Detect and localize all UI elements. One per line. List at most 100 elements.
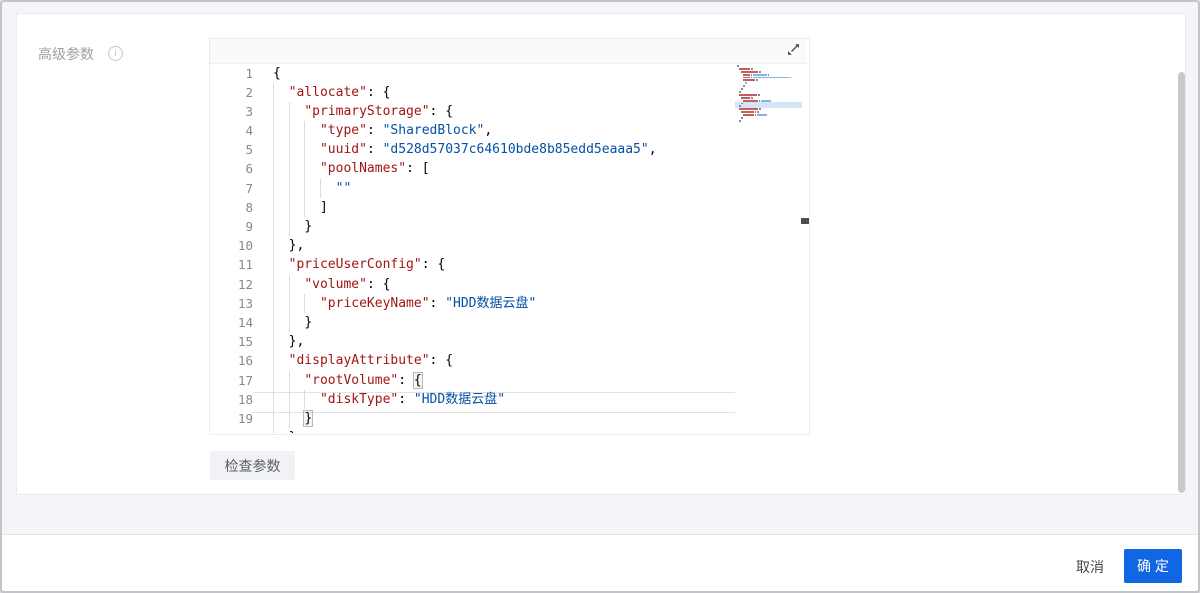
dialog-scrollbar-thumb[interactable] <box>1178 72 1185 493</box>
indent-guide <box>289 294 290 313</box>
indent-guide <box>273 371 274 390</box>
code-line: } <box>273 217 735 236</box>
code-line: "allocate": { <box>273 83 735 102</box>
code-area[interactable]: { "allocate": { "primaryStorage": { "typ… <box>273 64 735 433</box>
line-number: 17 <box>210 371 253 390</box>
code-line: "primaryStorage": { <box>273 102 735 121</box>
line-number: 14 <box>210 313 253 332</box>
code-line: { <box>273 64 735 83</box>
minimap-line <box>735 79 802 81</box>
minimap-line <box>735 88 802 90</box>
minimap-line <box>735 120 802 122</box>
code-line: "priceUserConfig": { <box>273 255 735 274</box>
indent-guide <box>289 140 290 159</box>
indent-guide <box>304 390 305 409</box>
line-number: 8 <box>210 198 253 217</box>
indent-guide <box>273 428 274 432</box>
minimap-line <box>735 82 802 84</box>
indent-guide <box>273 409 274 428</box>
indent-guide <box>289 275 290 294</box>
indent-guide <box>304 294 305 313</box>
code-line: }, <box>273 236 735 255</box>
indent-guide <box>273 255 274 274</box>
indent-guide <box>273 313 274 332</box>
line-number: 7 <box>210 179 253 198</box>
line-number: 10 <box>210 236 253 255</box>
code-line: "displayAttribute": { <box>273 351 735 370</box>
indent-guide <box>289 102 290 121</box>
indent-guide <box>273 159 274 178</box>
line-number: 19 <box>210 409 253 428</box>
code-line: "volume": { <box>273 275 735 294</box>
code-line: "diskType": "HDD数据云盘" <box>273 390 735 409</box>
indent-guide <box>289 409 290 428</box>
line-number: 18 <box>210 390 253 409</box>
indent-guide <box>273 390 274 409</box>
code-line: } <box>273 409 735 428</box>
indent-guide <box>273 140 274 159</box>
line-number: 4 <box>210 121 253 140</box>
dialog-footer <box>2 534 1198 592</box>
indent-guide <box>273 275 274 294</box>
line-number-gutter: 1234567891011121314151617181920 <box>210 64 253 433</box>
line-number: 20 <box>210 428 253 432</box>
indent-guide <box>273 102 274 121</box>
line-number: 11 <box>210 255 253 274</box>
advanced-params-label: 高级参数 <box>38 44 94 64</box>
indent-guide <box>273 83 274 102</box>
indent-guide <box>289 198 290 217</box>
line-number: 12 <box>210 275 253 294</box>
indent-guide <box>289 313 290 332</box>
indent-guide <box>289 121 290 140</box>
minimap-line <box>735 77 802 79</box>
line-number: 6 <box>210 159 253 178</box>
line-number: 13 <box>210 294 253 313</box>
indent-guide <box>304 140 305 159</box>
code-line: "" <box>273 179 735 198</box>
overview-ruler-cursor-mark <box>801 218 809 224</box>
indent-guide <box>289 217 290 236</box>
minimap-line <box>735 65 802 67</box>
minimap-line <box>735 103 802 105</box>
minimap-line <box>735 117 802 119</box>
confirm-button[interactable]: 确 定 <box>1124 549 1182 583</box>
indent-guide <box>304 179 305 198</box>
line-number: 3 <box>210 102 253 121</box>
code-line: "poolNames": [ <box>273 159 735 178</box>
advanced-parameters-dialog: 高级参数 i 1234567891011121314151617181920 {… <box>0 0 1200 593</box>
indent-guide <box>273 294 274 313</box>
line-number: 2 <box>210 83 253 102</box>
code-line: ] <box>273 198 735 217</box>
minimap-line <box>735 97 802 99</box>
info-icon[interactable]: i <box>108 46 123 61</box>
indent-guide <box>304 159 305 178</box>
check-parameters-button[interactable]: 检查参数 <box>210 451 295 480</box>
expand-icon[interactable] <box>786 42 801 57</box>
minimap-line <box>735 74 802 76</box>
minimap-line <box>735 94 802 96</box>
code-line: "type": "SharedBlock", <box>273 121 735 140</box>
indent-guide <box>273 332 274 351</box>
code-line: } <box>273 313 735 332</box>
minimap-line <box>735 111 802 113</box>
indent-guide <box>273 198 274 217</box>
minimap-line <box>735 85 802 87</box>
indent-guide <box>304 198 305 217</box>
indent-guide <box>273 236 274 255</box>
line-number: 9 <box>210 217 253 236</box>
indent-guide <box>289 159 290 178</box>
line-number: 5 <box>210 140 253 159</box>
cancel-button[interactable]: 取消 <box>1070 554 1110 580</box>
minimap[interactable] <box>735 65 802 430</box>
indent-guide <box>289 371 290 390</box>
minimap-line <box>735 105 802 107</box>
minimap-line <box>735 71 802 73</box>
code-line: "priceKeyName": "HDD数据云盘" <box>273 294 735 313</box>
indent-guide <box>320 179 321 198</box>
indent-guide <box>289 390 290 409</box>
code-line: }, <box>273 332 735 351</box>
minimap-line <box>735 100 802 102</box>
indent-guide <box>273 179 274 198</box>
line-number: 1 <box>210 64 253 83</box>
indent-guide <box>304 121 305 140</box>
